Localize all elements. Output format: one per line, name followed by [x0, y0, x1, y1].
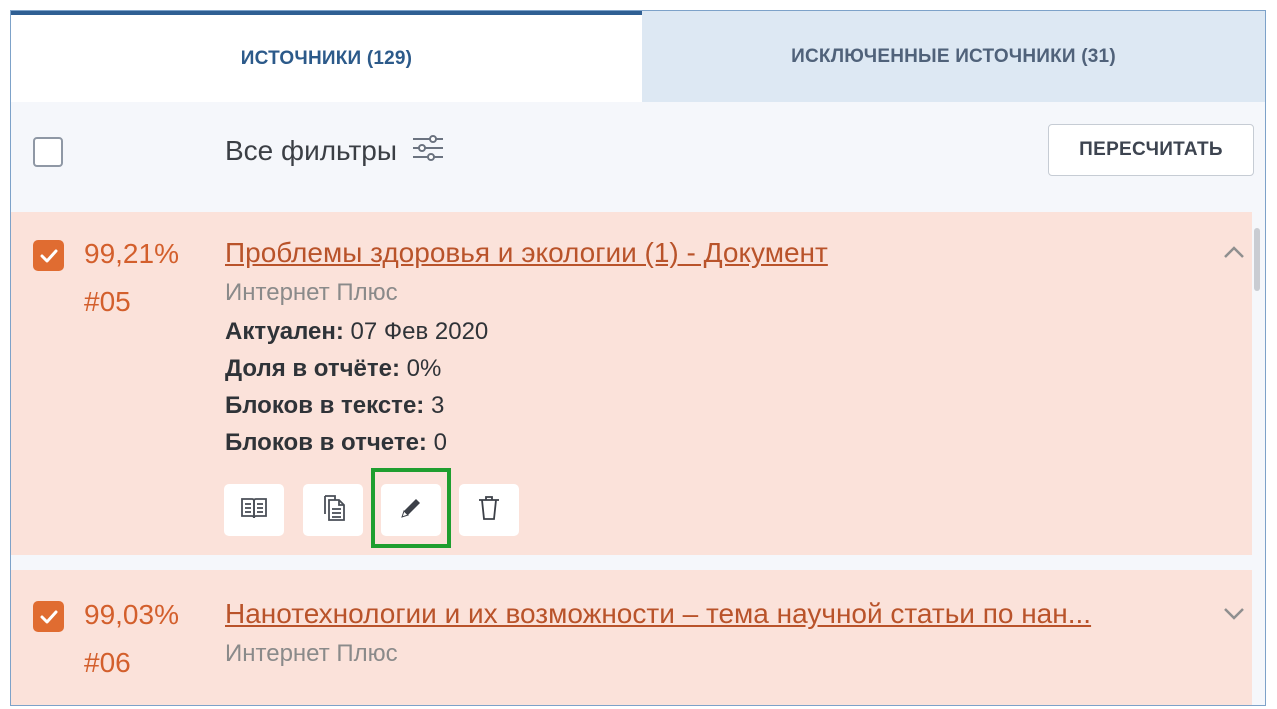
edit-button-highlight [371, 468, 451, 548]
source-provider: Интернет Плюс [225, 279, 398, 306]
copy-document-icon [320, 494, 346, 527]
tab-bar: ИСТОЧНИКИ (129) ИСКЛЮЧЕННЫЕ ИСТОЧНИКИ (3… [11, 11, 1265, 102]
source-number: #06 [84, 647, 131, 678]
trash-icon [477, 494, 501, 527]
copy-source-button[interactable] [303, 484, 363, 536]
match-percent: 99,03% [84, 599, 179, 630]
all-filters-button[interactable]: Все фильтры [225, 133, 445, 168]
source-checkbox[interactable] [33, 601, 64, 632]
checkmark-icon [40, 610, 57, 623]
source-checkbox[interactable] [33, 240, 64, 271]
source-title-link[interactable]: Проблемы здоровья и экологии (1) - Докум… [225, 237, 1195, 269]
source-number: #05 [84, 286, 131, 317]
source-item [11, 570, 1252, 705]
scrollbar[interactable] [1254, 228, 1260, 291]
detail-actual: Актуален: 07 Фев 2020 [225, 318, 489, 345]
chevron-down-icon[interactable] [1223, 607, 1245, 626]
detail-blocks-text: Блоков в тексте: 3 [225, 392, 445, 419]
checkmark-icon [40, 249, 57, 262]
delete-source-button[interactable] [459, 484, 519, 536]
sources-panel: ИСТОЧНИКИ (129) ИСКЛЮЧЕННЫЕ ИСТОЧНИКИ (3… [10, 10, 1266, 706]
chevron-up-icon[interactable] [1223, 245, 1245, 264]
detail-blocks-report: Блоков в отчете: 0 [225, 429, 447, 456]
source-title-link[interactable]: Нанотехнологии и их возможности – тема н… [225, 598, 1195, 630]
detail-share: Доля в отчёте: 0% [225, 355, 442, 382]
source-details: Актуален: 07 Фев 2020 Доля в отчёте: 0% … [225, 313, 488, 461]
view-source-button[interactable] [224, 484, 284, 536]
match-percent: 99,21% [84, 238, 179, 269]
filters-label: Все фильтры [225, 134, 397, 166]
tab-sources[interactable]: ИСТОЧНИКИ (129) [11, 11, 642, 102]
recalculate-button[interactable]: ПЕРЕСЧИТАТЬ [1048, 124, 1254, 176]
book-icon [240, 495, 268, 526]
source-provider: Интернет Плюс [225, 640, 398, 667]
tab-excluded-sources[interactable]: ИСКЛЮЧЕННЫЕ ИСТОЧНИКИ (31) [642, 11, 1265, 102]
sliders-icon [411, 133, 445, 168]
select-all-checkbox[interactable] [33, 137, 63, 167]
